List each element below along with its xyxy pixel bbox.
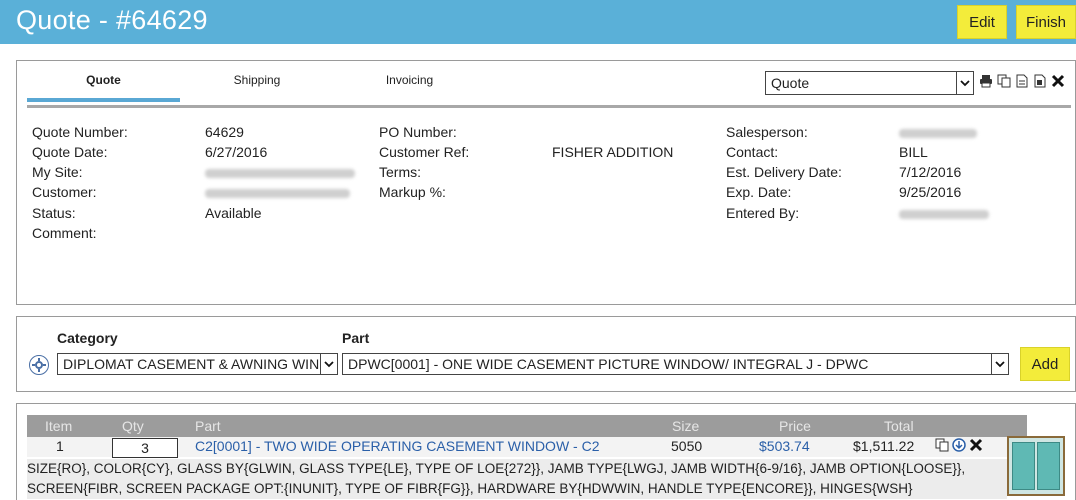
- document-alt-icon[interactable]: [1033, 74, 1047, 88]
- column-header-price: Price: [779, 418, 811, 434]
- status-value: Available: [205, 205, 262, 221]
- settings-icon[interactable]: [29, 355, 49, 375]
- row-size: 5050: [671, 438, 703, 454]
- quote-number-label: Quote Number:: [32, 124, 128, 140]
- salesperson-label: Salesperson:: [726, 124, 808, 140]
- po-number-label: PO Number:: [379, 124, 457, 140]
- my-site-value-redacted: [205, 169, 355, 178]
- move-down-icon[interactable]: [952, 438, 966, 452]
- chevron-down-icon: [991, 354, 1008, 374]
- active-tab-indicator: [27, 98, 180, 102]
- markup-label: Markup %:: [379, 184, 446, 200]
- print-icon[interactable]: [979, 74, 993, 88]
- page-header: Quote - #64629 Edit Finish: [0, 0, 1076, 44]
- window-thumbnail[interactable]: [1007, 436, 1065, 496]
- est-delivery-label: Est. Delivery Date:: [726, 164, 842, 180]
- column-header-item: Item: [45, 418, 73, 434]
- row-actions: [935, 438, 983, 452]
- row-item-number: 1: [56, 438, 64, 454]
- delete-icon[interactable]: [1051, 74, 1065, 88]
- quote-details-panel: Quote Shipping Invoicing Quote Quote Num…: [16, 60, 1076, 305]
- comment-label: Comment:: [32, 225, 97, 241]
- terms-label: Terms:: [379, 164, 421, 180]
- copy-icon[interactable]: [997, 74, 1011, 88]
- finish-button[interactable]: Finish: [1016, 5, 1076, 39]
- est-delivery-value: 7/12/2016: [899, 164, 962, 180]
- part-select[interactable]: DPWC[0001] - ONE WIDE CASEMENT PICTURE W…: [342, 353, 1009, 375]
- tab-quote[interactable]: Quote: [27, 73, 180, 87]
- quote-date-label: Quote Date:: [32, 144, 108, 160]
- add-part-panel: Category Part DIPLOMAT CASEMENT & AWNING…: [16, 316, 1076, 392]
- column-header-qty: Qty: [122, 418, 144, 434]
- row-total: $1,511.22: [853, 438, 915, 454]
- row-price[interactable]: $503.74: [759, 438, 810, 454]
- customer-value-redacted: [205, 189, 350, 198]
- contact-label: Contact:: [726, 144, 779, 160]
- tab-shipping[interactable]: Shipping: [212, 73, 302, 87]
- delete-icon[interactable]: [969, 438, 983, 452]
- quote-date-value: 6/27/2016: [205, 144, 268, 160]
- entered-by-value-redacted: [899, 210, 989, 219]
- line-items-panel: Item Qty Part Size Price Total 1 3 C2[00…: [16, 403, 1076, 500]
- part-select-value: DPWC[0001] - ONE WIDE CASEMENT PICTURE W…: [348, 356, 869, 372]
- category-label: Category: [57, 330, 118, 346]
- tab-invoicing[interactable]: Invoicing: [367, 73, 452, 87]
- document-icon[interactable]: [1015, 74, 1029, 88]
- window-pane-right: [1037, 442, 1060, 490]
- category-select-value: DIPLOMAT CASEMENT & AWNING WIN: [63, 356, 320, 372]
- contact-value: BILL: [899, 144, 928, 160]
- table-row: 1 3 C2[0001] - TWO WIDE OPERATING CASEME…: [27, 437, 1027, 458]
- table-header: Item Qty Part Size Price Total: [27, 415, 1027, 437]
- exp-date-value: 9/25/2016: [899, 184, 962, 200]
- exp-date-label: Exp. Date:: [726, 184, 792, 200]
- column-header-size: Size: [672, 418, 700, 434]
- column-header-total: Total: [884, 418, 914, 434]
- view-select[interactable]: Quote: [765, 71, 974, 95]
- entered-by-label: Entered By:: [726, 205, 800, 221]
- view-select-value: Quote: [771, 75, 810, 91]
- document-toolbar: [979, 74, 1065, 88]
- edit-button[interactable]: Edit: [957, 5, 1007, 39]
- page-title: Quote - #64629: [16, 5, 208, 35]
- status-label: Status:: [32, 205, 76, 221]
- column-header-part: Part: [195, 418, 221, 434]
- quantity-input[interactable]: 3: [112, 438, 178, 458]
- copy-icon[interactable]: [935, 438, 949, 452]
- customer-ref-value: FISHER ADDITION: [552, 144, 674, 160]
- window-pane-left: [1012, 442, 1035, 490]
- tab-divider: [27, 105, 1071, 108]
- category-select[interactable]: DIPLOMAT CASEMENT & AWNING WIN: [57, 353, 338, 375]
- row-part-link[interactable]: C2[0001] - TWO WIDE OPERATING CASEMENT W…: [195, 438, 600, 454]
- row-options-text: SIZE{RO}, COLOR{CY}, GLASS BY{GLWIN, GLA…: [27, 459, 1007, 499]
- customer-ref-label: Customer Ref:: [379, 144, 470, 160]
- salesperson-value-redacted: [899, 129, 977, 138]
- chevron-down-icon: [956, 72, 973, 94]
- quote-number-value: 64629: [205, 124, 244, 140]
- chevron-down-icon: [320, 354, 337, 374]
- customer-label: Customer:: [32, 184, 97, 200]
- part-label: Part: [342, 330, 370, 346]
- my-site-label: My Site:: [32, 164, 83, 180]
- add-part-button[interactable]: Add: [1020, 347, 1070, 381]
